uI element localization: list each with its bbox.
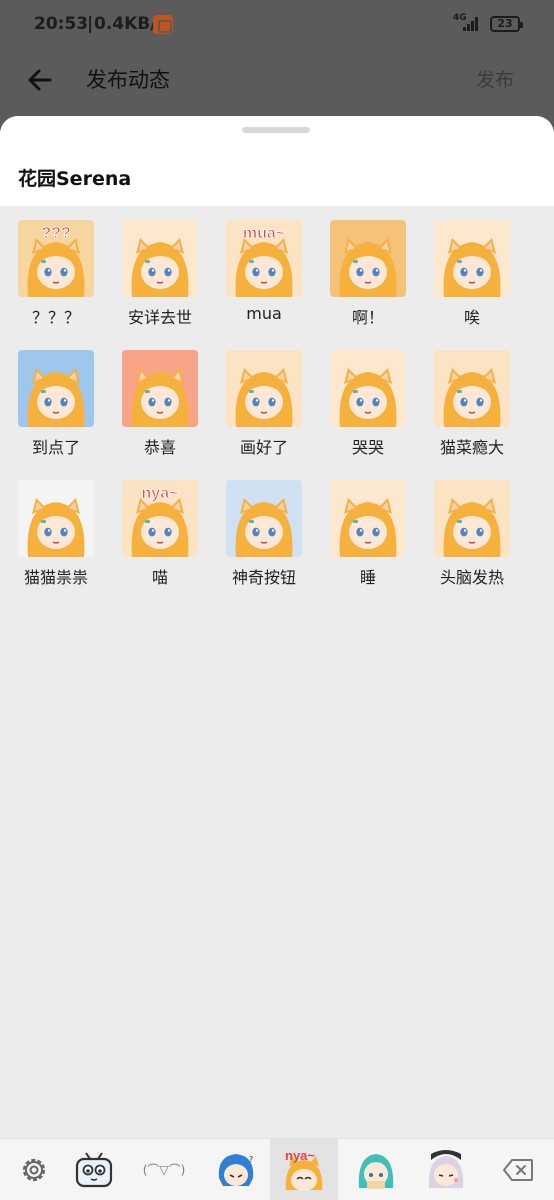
sticker-label: mua	[246, 304, 282, 323]
sticker-label: 唉	[463, 308, 480, 327]
app-bar: 发布动态 发布	[0, 50, 554, 116]
svg-text:?: ?	[249, 1155, 253, 1164]
settings-icon	[22, 1158, 46, 1182]
status-bar: 20:53 | 0.4KB/s 4G 23	[0, 0, 554, 50]
backspace-button[interactable]	[484, 1139, 552, 1200]
sticker-item[interactable]: 头脑发热	[420, 480, 524, 600]
sticker-label: 恭喜	[143, 438, 176, 457]
emoji-toolbar: (⌒▽⌒) ? nya~	[0, 1138, 554, 1200]
page-title: 发布动态	[86, 68, 170, 92]
sticker-item[interactable]: 啊！	[316, 220, 420, 340]
battery-icon: 23	[490, 16, 523, 32]
sticker-label: 啊！	[351, 308, 384, 327]
serena-nya-icon: nya~	[285, 1148, 323, 1191]
teal-hair-girl-icon	[358, 1154, 394, 1189]
status-separator: |	[87, 14, 94, 34]
peeking-girl-sticker	[18, 480, 94, 557]
ghost-girl-sticker	[122, 220, 198, 297]
sticker-item[interactable]: 到点了	[4, 350, 108, 470]
sticker-item[interactable]: 猫菜瘾大	[420, 350, 524, 470]
overheated-girl-sticker	[434, 480, 510, 557]
sticker-label: 安详去世	[127, 308, 192, 327]
sticker-item[interactable]: 猫猫祟祟	[4, 480, 108, 600]
drawing-girl-sticker	[226, 350, 302, 427]
sticker-panel: 花园Serena ??? ？？？ 安详去世 mua~ mua 啊！ 唉 到点了 …	[0, 116, 554, 1200]
shouting-girl-sticker	[330, 220, 406, 297]
sticker-label: 哭哭	[351, 438, 384, 457]
svg-text:???: ???	[41, 225, 70, 242]
kaomoji-tab[interactable]: (⌒▽⌒)	[130, 1139, 198, 1200]
sticker-label: 喵	[151, 568, 168, 587]
party-popper-girl-sticker	[122, 350, 198, 427]
sticker-label: 头脑发热	[439, 568, 504, 587]
notification-icon	[153, 15, 173, 34]
blue-hair-sticker-tab[interactable]: ?	[202, 1139, 270, 1200]
crying-girl-sticker	[330, 350, 406, 427]
sticker-item[interactable]: ??? ？？？	[4, 220, 108, 340]
clock-girl-sticker	[18, 350, 94, 427]
sticker-item[interactable]: 安详去世	[108, 220, 212, 340]
kiss-girl-sticker: mua~	[226, 220, 302, 297]
sticker-label: 到点了	[31, 438, 80, 457]
sticker-label: 睡	[359, 568, 376, 587]
sticker-label: 神奇按钮	[231, 568, 296, 587]
sticker-label: 画好了	[239, 438, 288, 457]
settings-button[interactable]	[0, 1139, 68, 1200]
sticker-item[interactable]: 哭哭	[316, 350, 420, 470]
sticker-pack-title: 花园Serena	[18, 168, 132, 190]
sticker-item[interactable]: 恭喜	[108, 350, 212, 470]
drag-handle[interactable]	[242, 127, 310, 133]
gamer-girl-sticker	[434, 350, 510, 427]
sticker-label: 猫猫祟祟	[23, 568, 88, 587]
kaomoji-label: (⌒▽⌒)	[142, 1163, 186, 1177]
sigh-girl-sticker	[434, 220, 510, 297]
silver-hair-girl-icon	[428, 1150, 464, 1188]
status-time: 20:53	[34, 14, 89, 34]
svg-text:nya~: nya~	[285, 1148, 315, 1163]
sticker-item[interactable]: 睡	[316, 480, 420, 600]
sticker-label: 猫菜瘾大	[439, 438, 504, 457]
sticker-item[interactable]: nya~ 喵	[108, 480, 212, 600]
sticker-item[interactable]: 神奇按钮	[212, 480, 316, 600]
sticker-item[interactable]: mua~ mua	[212, 220, 316, 340]
svg-text:nya~: nya~	[142, 485, 179, 502]
meow-girl-sticker: nya~	[122, 480, 198, 557]
silver-hair-sticker-tab[interactable]	[412, 1139, 480, 1200]
button-girl-sticker	[226, 480, 302, 557]
teal-hair-sticker-tab[interactable]	[342, 1139, 410, 1200]
sticker-label: ？？？	[31, 308, 80, 327]
publish-button[interactable]: 发布	[476, 65, 514, 92]
svg-text:mua~: mua~	[243, 225, 285, 242]
sleeping-girl-sticker	[330, 480, 406, 557]
signal-icon	[463, 17, 483, 31]
sticker-item[interactable]: 唉	[420, 220, 524, 340]
sticker-panel-header: 花园Serena	[0, 116, 554, 206]
tv-mascot-emoji-tab[interactable]	[60, 1139, 128, 1200]
confused-girl-sticker: ???	[18, 220, 94, 297]
blue-hair-girl-icon: ?	[218, 1154, 253, 1186]
serena-sticker-tab[interactable]: nya~	[270, 1139, 338, 1200]
tv-mascot-icon	[75, 1152, 113, 1188]
sticker-item[interactable]: 画好了	[212, 350, 316, 470]
backspace-icon	[503, 1159, 533, 1181]
back-arrow-icon[interactable]	[24, 64, 56, 96]
